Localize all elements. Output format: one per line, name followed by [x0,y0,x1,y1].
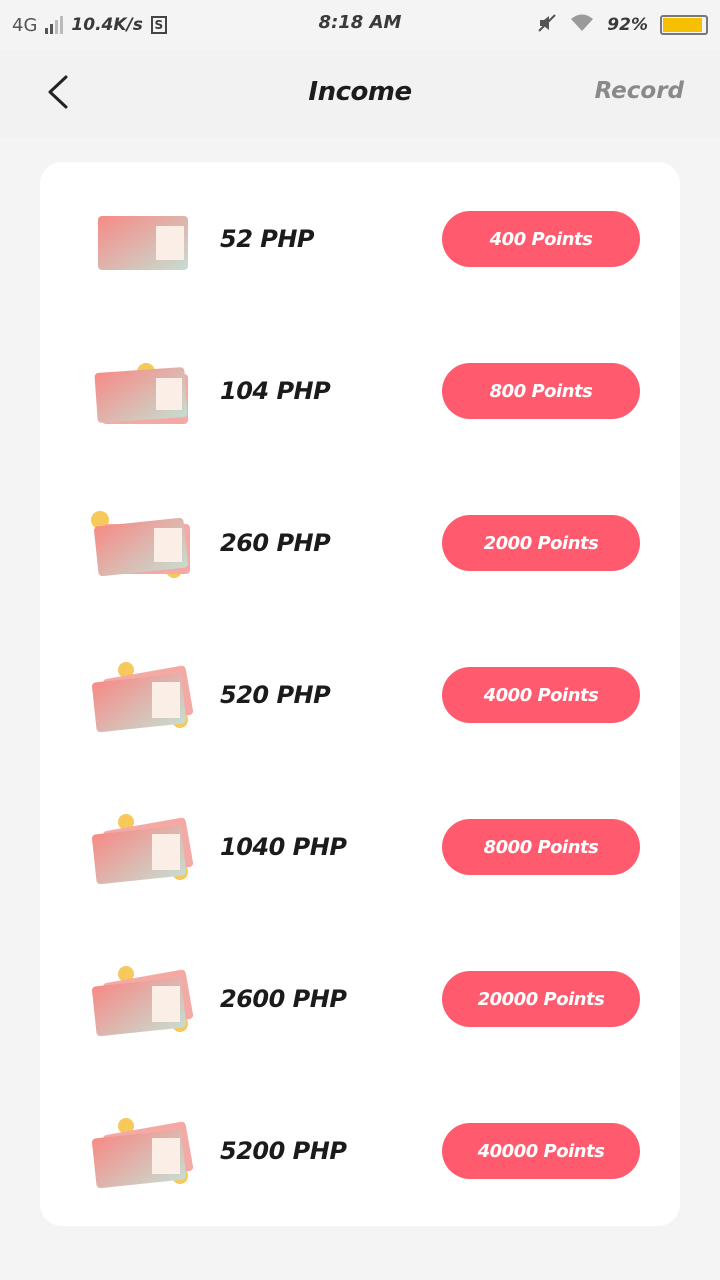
cash-stack-icon [88,964,196,1040]
list-item: 1040 PHP 8000 Points [40,792,680,902]
amount-label: 5200 PHP [220,1137,347,1165]
record-link[interactable]: Record [595,78,684,104]
cash-stack-icon [88,1116,196,1192]
exchange-points-button[interactable]: 2000 Points [442,515,640,571]
cash-stack-icon [88,204,196,280]
cash-stack-icon [88,356,196,432]
app-header: Income Record [0,50,720,138]
exchange-points-button[interactable]: 20000 Points [442,971,640,1027]
battery-icon [660,15,708,35]
amount-label: 520 PHP [220,681,331,709]
exchange-points-button[interactable]: 400 Points [442,211,640,267]
list-item: 52 PHP 400 Points [40,184,680,294]
amount-label: 2600 PHP [220,985,347,1013]
amount-label: 104 PHP [220,377,331,405]
exchange-points-button[interactable]: 40000 Points [442,1123,640,1179]
list-item: 520 PHP 4000 Points [40,640,680,750]
list-item: 2600 PHP 20000 Points [40,944,680,1054]
amount-label: 1040 PHP [220,833,347,861]
status-time: 8:18 AM [318,12,402,33]
amount-label: 52 PHP [220,225,315,253]
cash-stack-icon [88,812,196,888]
cash-stack-icon [88,508,196,584]
cash-stack-icon [88,660,196,736]
income-options-card: 52 PHP 400 Points 104 PHP 800 Points 260… [40,162,680,1226]
exchange-points-button[interactable]: 8000 Points [442,819,640,875]
amount-label: 260 PHP [220,529,331,557]
status-bar: 4G 10.4K/s S 8:18 AM 92% [0,0,720,50]
exchange-points-button[interactable]: 800 Points [442,363,640,419]
exchange-points-button[interactable]: 4000 Points [442,667,640,723]
list-item: 260 PHP 2000 Points [40,488,680,598]
list-item: 104 PHP 800 Points [40,336,680,446]
list-item: 5200 PHP 40000 Points [40,1096,680,1206]
